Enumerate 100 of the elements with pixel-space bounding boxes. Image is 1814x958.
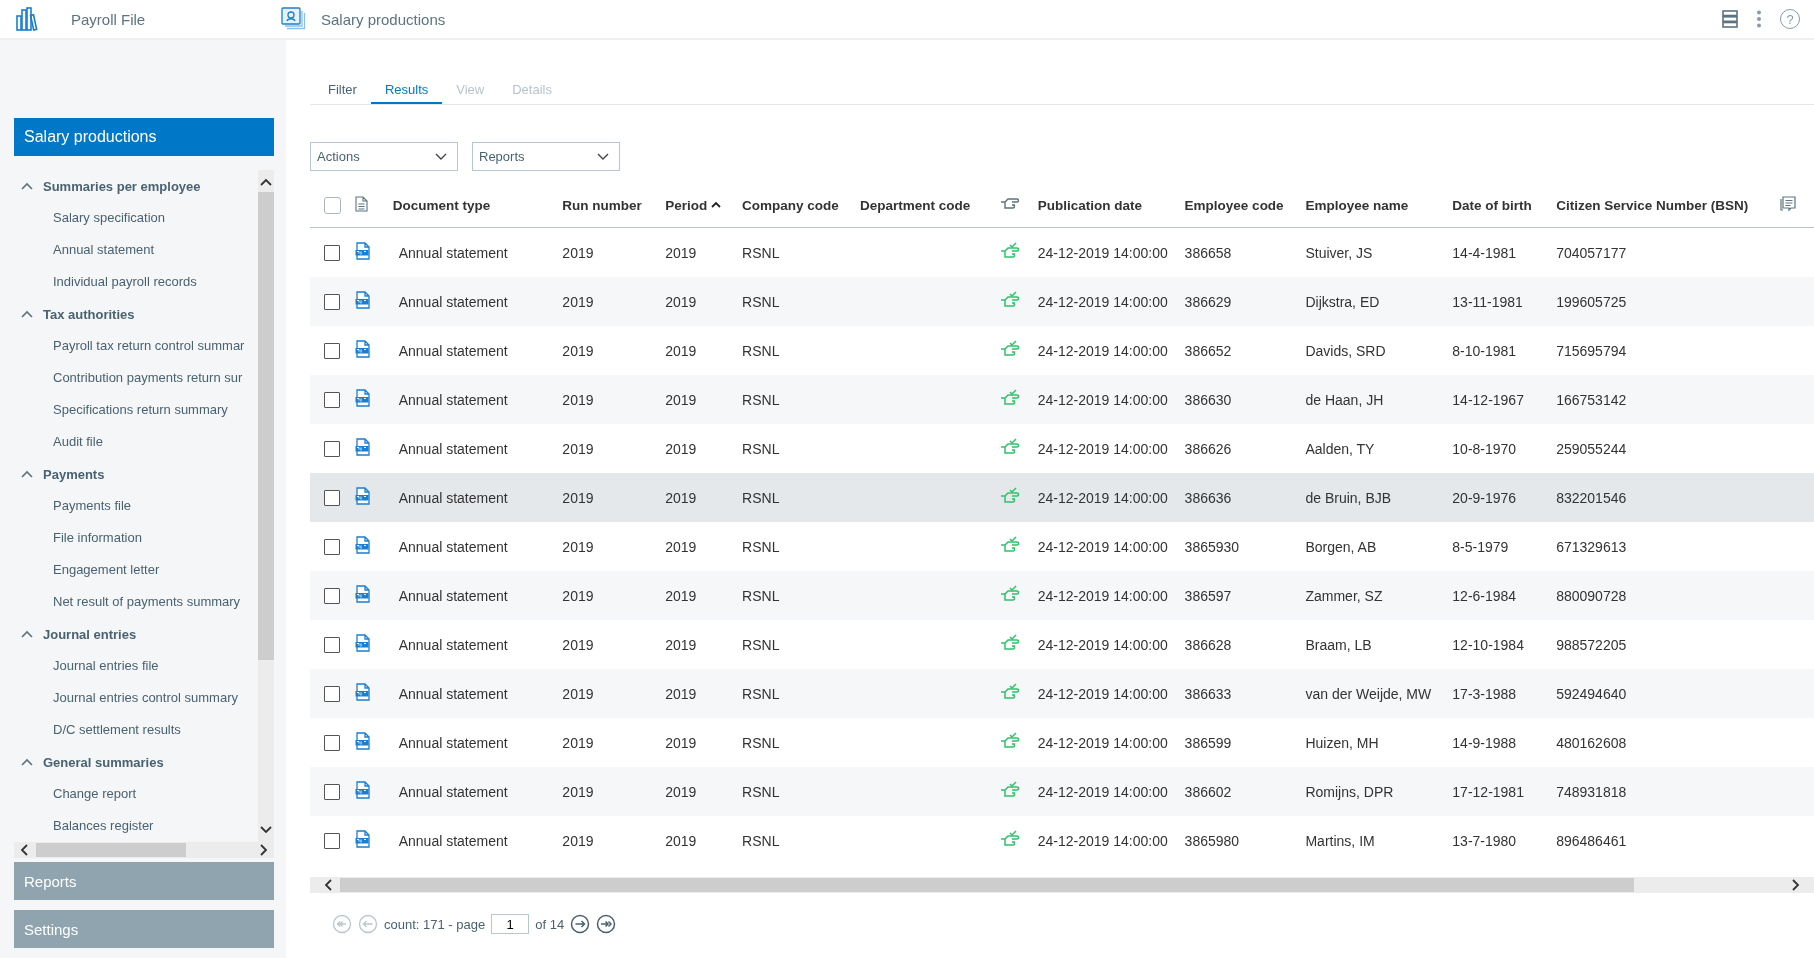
tree-item[interactable]: File information — [14, 522, 258, 554]
chevron-icon[interactable] — [21, 182, 33, 190]
file-icon[interactable] — [354, 683, 371, 701]
scroll-left-icon[interactable] — [20, 844, 28, 856]
tree-item[interactable]: D/C settlement results — [14, 714, 258, 746]
row-checkbox[interactable] — [324, 392, 341, 409]
tree-item[interactable]: Contribution payments return sur — [14, 362, 258, 394]
file-icon[interactable] — [354, 389, 371, 407]
horizontal-scrollbar[interactable] — [14, 842, 274, 858]
row-checkbox[interactable] — [324, 637, 341, 654]
tree-item[interactable]: Individual payroll records — [14, 266, 258, 298]
comments-icon[interactable] — [1780, 195, 1796, 212]
column-header[interactable]: Department code — [859, 197, 971, 213]
file-icon[interactable] — [354, 536, 371, 554]
file-icon[interactable] — [354, 830, 371, 848]
sidebar-header[interactable]: Salary productions — [14, 118, 274, 156]
row-checkbox[interactable] — [324, 490, 341, 507]
table-cell: 2019 — [665, 832, 697, 849]
scroll-right-icon[interactable] — [260, 844, 268, 856]
table-cell: 2019 — [562, 636, 594, 653]
tree-item[interactable]: Salary specification — [14, 202, 258, 234]
tree-group[interactable]: Payments — [14, 458, 258, 490]
tree-item[interactable]: Engagement letter — [14, 554, 258, 586]
file-icon[interactable] — [354, 291, 371, 309]
file-icon[interactable] — [354, 585, 371, 603]
tree-item[interactable]: Change report — [14, 778, 258, 810]
row-checkbox[interactable] — [324, 784, 341, 801]
dropdown[interactable]: Actions — [310, 142, 458, 171]
table-cell: 10-8-1970 — [1452, 440, 1517, 457]
file-icon[interactable] — [354, 732, 371, 750]
tab[interactable]: Results — [370, 80, 443, 104]
tree-item[interactable]: Net result of payments summary — [14, 586, 258, 618]
list-view-icon[interactable] — [1722, 10, 1738, 28]
row-checkbox[interactable] — [324, 441, 341, 458]
table-cell: 24-12-2019 14:00:00 — [1037, 440, 1168, 457]
chevron-icon[interactable] — [21, 310, 33, 318]
tree-item[interactable]: Payroll tax return control summar — [14, 330, 258, 362]
file-icon[interactable] — [354, 781, 371, 799]
file-icon[interactable] — [354, 438, 371, 456]
caret-icon — [435, 152, 447, 161]
column-header[interactable]: Citizen Service Number (BSN) — [1556, 197, 1749, 213]
tree-item[interactable]: Annual statement — [14, 234, 258, 266]
table-cell: 480162608 — [1556, 734, 1627, 751]
file-icon[interactable] — [354, 487, 371, 505]
tree-group[interactable]: General summaries — [14, 746, 258, 778]
tree-group[interactable]: Journal entries — [14, 618, 258, 650]
dropdown[interactable]: Reports — [472, 142, 620, 171]
column-header[interactable]: Run number — [562, 197, 642, 213]
tree-item[interactable]: Balances register — [14, 810, 258, 842]
tab[interactable]: Filter — [314, 80, 371, 104]
next-page-icon[interactable] — [570, 914, 591, 934]
tree-item[interactable]: Specifications return summary — [14, 394, 258, 426]
scroll-down-icon[interactable] — [260, 826, 272, 834]
file-icon[interactable] — [354, 340, 371, 358]
row-checkbox[interactable] — [324, 686, 341, 703]
table-cell: RSNL — [742, 734, 780, 751]
select-all-checkbox[interactable] — [323, 196, 341, 214]
chevron-icon[interactable] — [21, 470, 33, 478]
column-header[interactable]: Publication date — [1037, 197, 1142, 213]
tree-item[interactable]: Payments file — [14, 490, 258, 522]
table-cell: RSNL — [742, 391, 780, 408]
row-checkbox[interactable] — [324, 735, 341, 752]
table-cell-text: Annual statement — [397, 734, 508, 751]
file-icon[interactable] — [354, 634, 371, 652]
chevron-icon[interactable] — [21, 758, 33, 766]
column-header[interactable]: Period — [665, 197, 722, 213]
more-menu-icon[interactable] — [1756, 10, 1762, 28]
tree-group[interactable]: Summaries per employee — [14, 170, 258, 202]
table-cell: 2019 — [665, 685, 697, 702]
tree-item[interactable]: Journal entries control summary — [14, 682, 258, 714]
last-page-icon[interactable] — [596, 914, 617, 934]
table-cell: 8-10-1981 — [1452, 342, 1517, 359]
column-header[interactable]: Date of birth — [1452, 197, 1532, 213]
tree-item[interactable]: Journal entries file — [14, 650, 258, 682]
scroll-left-icon[interactable] — [324, 879, 332, 891]
row-checkbox[interactable] — [324, 833, 341, 850]
column-header[interactable]: Company code — [742, 197, 839, 213]
table-horizontal-scrollbar[interactable] — [310, 877, 1814, 893]
table-cell: 24-12-2019 14:00:00 — [1037, 489, 1168, 506]
row-checkbox[interactable] — [324, 343, 341, 360]
table-cell: 2019 — [665, 391, 697, 408]
table-cell: 3865930 — [1184, 538, 1240, 555]
row-checkbox[interactable] — [324, 245, 341, 262]
scroll-up-icon[interactable] — [260, 178, 272, 186]
row-checkbox[interactable] — [324, 588, 341, 605]
scroll-right-icon[interactable] — [1792, 879, 1800, 891]
table-cell: 386658 — [1184, 244, 1232, 261]
tree-item[interactable]: Audit file — [14, 426, 258, 458]
file-icon[interactable] — [354, 242, 371, 260]
vertical-scrollbar[interactable] — [258, 170, 274, 842]
row-checkbox[interactable] — [324, 294, 341, 311]
chevron-icon[interactable] — [21, 630, 33, 638]
table-cell: 24-12-2019 14:00:00 — [1037, 538, 1168, 555]
row-checkbox[interactable] — [324, 539, 341, 556]
column-header[interactable]: Document type — [392, 197, 491, 213]
page-field[interactable]: 1 — [491, 914, 530, 934]
tree-group[interactable]: Tax authorities — [14, 298, 258, 330]
page-title: Salary productions — [321, 10, 446, 28]
column-header[interactable]: Employee name — [1305, 197, 1409, 213]
column-header[interactable]: Employee code — [1184, 197, 1284, 213]
